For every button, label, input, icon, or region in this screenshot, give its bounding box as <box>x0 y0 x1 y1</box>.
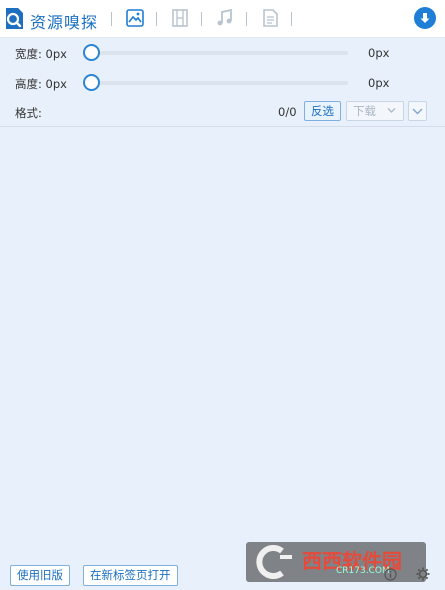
download-circle-button[interactable] <box>414 7 436 29</box>
watermark-logo-icon <box>256 545 292 579</box>
watermark-subtext: CR173.COM <box>336 566 390 576</box>
use-old-version-button[interactable]: 使用旧版 <box>10 565 70 586</box>
width-slider-handle[interactable] <box>83 44 100 61</box>
width-value: 0px <box>368 46 390 60</box>
tab-separator <box>156 12 157 26</box>
tab-separator <box>246 12 247 26</box>
arrow-down-icon <box>420 13 430 23</box>
watermark: 西西软件园 CR173.COM <box>246 542 426 582</box>
download-button[interactable]: 下载 <box>346 101 404 121</box>
open-in-new-tab-button[interactable]: 在新标签页打开 <box>83 565 178 586</box>
tab-separator <box>201 12 202 26</box>
width-filter-row: 宽度: 0px 0px <box>0 38 445 68</box>
info-icon[interactable] <box>384 568 397 581</box>
tab-separator <box>111 12 112 26</box>
height-value: 0px <box>368 76 390 90</box>
width-slider-track[interactable] <box>85 51 348 55</box>
tab-separator <box>291 12 292 26</box>
film-icon[interactable] <box>170 8 190 28</box>
app-title: 资源嗅探 <box>30 13 99 32</box>
header-bar: 资源嗅探 <box>0 0 445 38</box>
selection-count: 0/0 <box>278 105 297 119</box>
download-label: 下载 <box>353 104 376 118</box>
image-icon[interactable] <box>125 8 145 28</box>
chevron-down-icon <box>412 108 423 115</box>
height-filter-row: 高度: 0px 0px <box>0 68 445 98</box>
format-row: 格式: 0/0 反选 下载 <box>0 98 445 126</box>
gear-icon[interactable] <box>416 567 430 581</box>
app-logo-icon <box>6 8 23 29</box>
height-label: 高度: 0px <box>15 77 67 91</box>
download-options-dropdown[interactable] <box>408 101 427 121</box>
height-slider-handle[interactable] <box>83 74 100 91</box>
chevron-down-icon <box>387 108 396 113</box>
width-label: 宽度: 0px <box>15 47 67 61</box>
document-icon[interactable] <box>260 8 280 28</box>
height-slider-track[interactable] <box>85 81 348 85</box>
music-icon[interactable] <box>215 8 235 28</box>
format-label: 格式: <box>15 106 42 120</box>
invert-selection-button[interactable]: 反选 <box>304 101 341 121</box>
resource-list-area <box>0 127 445 555</box>
